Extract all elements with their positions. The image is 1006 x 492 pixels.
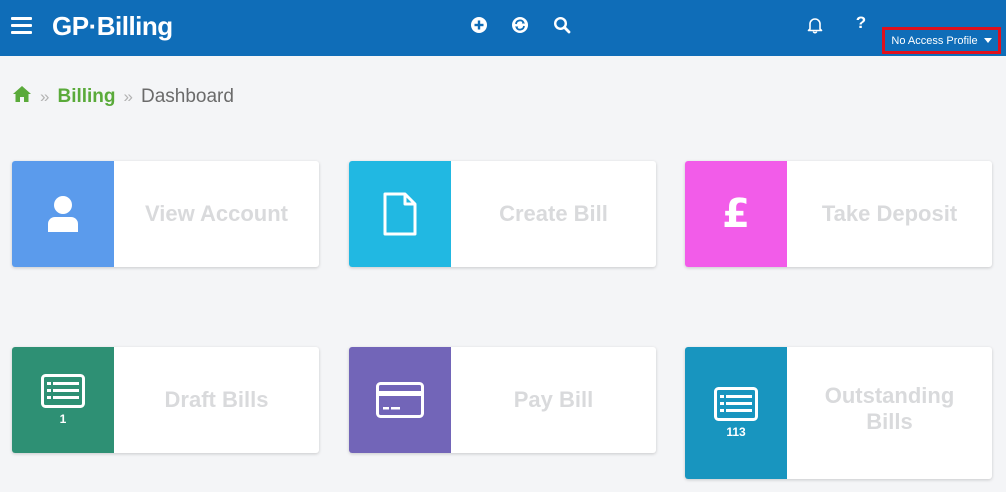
sync-icon[interactable] bbox=[511, 16, 531, 36]
tile-label: Create Bill bbox=[499, 201, 608, 226]
breadcrumb-separator: » bbox=[40, 87, 50, 106]
tile-label: View Account bbox=[144, 201, 289, 226]
create-bill-tile[interactable]: Create Bill bbox=[349, 161, 656, 267]
list-card-icon: 1 bbox=[12, 347, 114, 453]
pound-icon: £ bbox=[685, 161, 787, 267]
breadcrumb-separator: » bbox=[123, 87, 133, 106]
document-icon bbox=[349, 161, 451, 267]
bell-icon[interactable] bbox=[806, 16, 826, 36]
draft-bills-count: 1 bbox=[59, 412, 67, 426]
list-card-icon: 113 bbox=[685, 347, 787, 479]
take-deposit-tile[interactable]: £ Take Deposit bbox=[685, 161, 992, 267]
tile-label: Pay Bill bbox=[513, 387, 594, 412]
breadcrumb: » Billing » Dashboard bbox=[12, 85, 234, 109]
outstanding-bills-count: 113 bbox=[726, 425, 746, 439]
add-icon[interactable] bbox=[470, 16, 490, 36]
tile-label: Draft Bills bbox=[164, 387, 269, 412]
breadcrumb-current: Dashboard bbox=[141, 86, 234, 107]
profile-dropdown[interactable]: No Access Profile bbox=[882, 27, 1001, 54]
chevron-down-icon bbox=[983, 38, 992, 43]
view-account-tile[interactable]: View Account bbox=[12, 161, 319, 267]
top-navbar: GP·Billing ? No Access Profile bbox=[0, 0, 1006, 56]
profile-label: No Access Profile bbox=[891, 34, 978, 47]
draft-bills-tile[interactable]: 1 Draft Bills bbox=[12, 347, 319, 453]
credit-card-icon bbox=[349, 347, 451, 453]
tile-label: Take Deposit bbox=[821, 201, 958, 226]
menu-icon[interactable] bbox=[11, 17, 32, 35]
user-icon bbox=[12, 161, 114, 267]
breadcrumb-billing-link[interactable]: Billing bbox=[57, 86, 115, 108]
tile-label: Outstanding Bills bbox=[824, 383, 955, 434]
search-icon[interactable] bbox=[553, 16, 573, 36]
home-icon[interactable] bbox=[12, 85, 32, 109]
help-icon[interactable]: ? bbox=[851, 13, 871, 33]
outstanding-bills-tile[interactable]: 113 Outstanding Bills bbox=[685, 347, 992, 479]
pay-bill-tile[interactable]: Pay Bill bbox=[349, 347, 656, 453]
brand-logo[interactable]: GP·Billing bbox=[52, 11, 173, 42]
